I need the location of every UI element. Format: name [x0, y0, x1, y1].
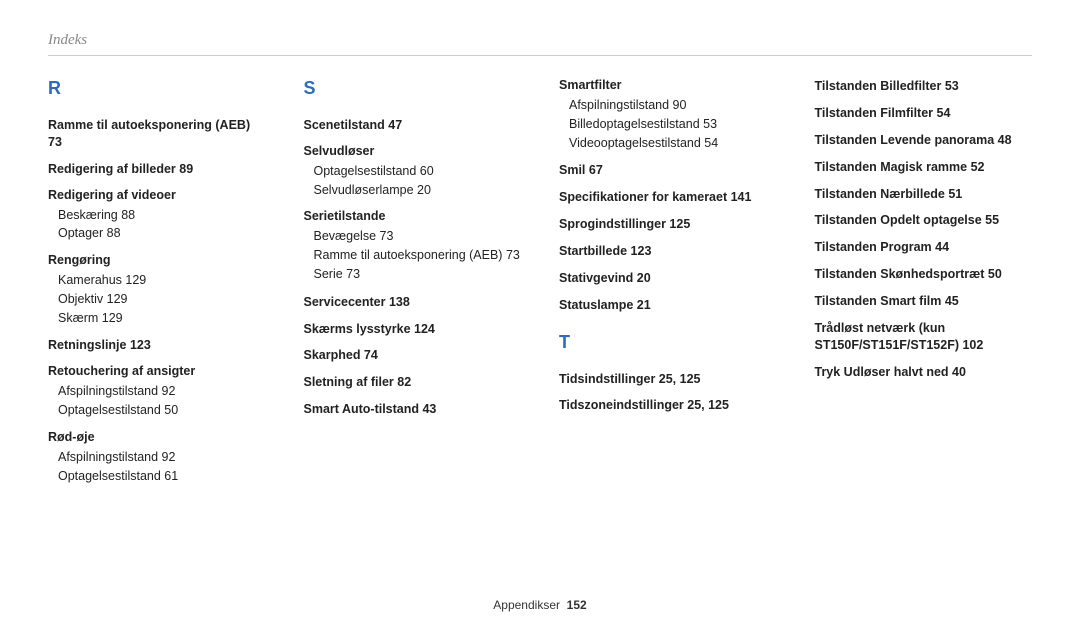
index-entry: Tilstanden Levende panorama 48 — [815, 132, 1033, 149]
col-1: R Ramme til autoeksponering (AEB) 73 Red… — [48, 78, 266, 495]
index-entry: Specifikationer for kameraet 141 — [559, 189, 777, 206]
index-entry: Stativgevind 20 — [559, 270, 777, 287]
index-sub: Serie 73 — [314, 265, 522, 284]
index-sub: Billedoptagelsestilstand 53 — [569, 115, 777, 134]
index-entry-head: Smartfilter — [559, 78, 777, 92]
index-sub: Afspilningstilstand 90 — [569, 96, 777, 115]
index-entry-head: Serietilstande — [304, 209, 522, 223]
index-entry: Sprogindstillinger 125 — [559, 216, 777, 233]
index-entry: Tilstanden Billedfilter 53 — [815, 78, 1033, 95]
index-entry: Smil 67 — [559, 162, 777, 179]
index-sub: Beskæring 88 — [58, 206, 266, 225]
index-entry: Tidszoneindstillinger 25, 125 — [559, 397, 777, 414]
index-sub: Selvudløserlampe 20 — [314, 181, 522, 200]
letter-R: R — [48, 78, 266, 99]
header-rule — [48, 55, 1032, 56]
index-entry: Statuslampe 21 — [559, 297, 777, 314]
index-sub: Afspilningstilstand 92 — [58, 448, 266, 467]
index-entry: Tilstanden Filmfilter 54 — [815, 105, 1033, 122]
index-entry: Redigering af billeder 89 — [48, 161, 266, 178]
index-sub: Skærm 129 — [58, 309, 266, 328]
index-sub: Bevægelse 73 — [314, 227, 522, 246]
page-footer: Appendikser 152 — [0, 598, 1080, 612]
index-sub: Afspilningstilstand 92 — [58, 382, 266, 401]
index-sub: Optagelsestilstand 60 — [314, 162, 522, 181]
col-2: S Scenetilstand 47 Selvudløser Optagelse… — [304, 78, 522, 495]
index-sub: Kamerahus 129 — [58, 271, 266, 290]
index-entry: Startbillede 123 — [559, 243, 777, 260]
index-sub: Optager 88 — [58, 224, 266, 243]
index-sub: Optagelsestilstand 50 — [58, 401, 266, 420]
index-entry: Tilstanden Program 44 — [815, 239, 1033, 256]
index-entry: Tilstanden Skønhedsportræt 50 — [815, 266, 1033, 283]
index-sub-list: Bevægelse 73 Ramme til autoeksponering (… — [314, 227, 522, 283]
index-entry-head: Retouchering af ansigter — [48, 364, 266, 378]
index-entry: Tilstanden Nærbillede 51 — [815, 186, 1033, 203]
index-entry: Tilstanden Opdelt optagelse 55 — [815, 212, 1033, 229]
index-entry: Skarphed 74 — [304, 347, 522, 364]
footer-page-number: 152 — [567, 598, 587, 612]
index-entry: Sletning af filer 82 — [304, 374, 522, 391]
index-sub-list: Afspilningstilstand 92 Optagelsestilstan… — [58, 382, 266, 420]
index-entry-head: Redigering af videoer — [48, 188, 266, 202]
letter-T: T — [559, 332, 777, 353]
index-entry-head: Rengøring — [48, 253, 266, 267]
index-sub: Ramme til autoeksponering (AEB) 73 — [314, 246, 522, 265]
index-sub-list: Beskæring 88 Optager 88 — [58, 206, 266, 244]
index-entry: Servicecenter 138 — [304, 294, 522, 311]
index-sub-list: Afspilningstilstand 90 Billedoptagelsest… — [569, 96, 777, 152]
index-entry: Retningslinje 123 — [48, 337, 266, 354]
index-sub: Objektiv 129 — [58, 290, 266, 309]
index-entry-head: Selvudløser — [304, 144, 522, 158]
index-sub-list: Optagelsestilstand 60 Selvudløserlampe 2… — [314, 162, 522, 200]
index-sub-list: Afspilningstilstand 92 Optagelsestilstan… — [58, 448, 266, 486]
index-sub-list: Kamerahus 129 Objektiv 129 Skærm 129 — [58, 271, 266, 327]
index-entry: Tilstanden Magisk ramme 52 — [815, 159, 1033, 176]
letter-S: S — [304, 78, 522, 99]
page-header: Indeks — [48, 32, 1032, 49]
index-sub: Videooptagelsestilstand 54 — [569, 134, 777, 153]
index-columns: R Ramme til autoeksponering (AEB) 73 Red… — [48, 78, 1032, 495]
col-3: Smartfilter Afspilningstilstand 90 Bille… — [559, 78, 777, 495]
index-entry: Skærms lysstyrke 124 — [304, 321, 522, 338]
index-entry: Trådløst netværk (kun ST150F/ST151F/ST15… — [815, 320, 1033, 354]
index-entry: Tryk Udløser halvt ned 40 — [815, 364, 1033, 381]
index-entry: Ramme til autoeksponering (AEB) 73 — [48, 117, 266, 151]
index-entry-head: Rød-øje — [48, 430, 266, 444]
index-entry: Scenetilstand 47 — [304, 117, 522, 134]
index-sub: Optagelsestilstand 61 — [58, 467, 266, 486]
index-entry: Tilstanden Smart film 45 — [815, 293, 1033, 310]
footer-label: Appendikser — [493, 598, 560, 612]
col-4: Tilstanden Billedfilter 53 Tilstanden Fi… — [815, 78, 1033, 495]
index-entry: Tidsindstillinger 25, 125 — [559, 371, 777, 388]
index-entry: Smart Auto-tilstand 43 — [304, 401, 522, 418]
